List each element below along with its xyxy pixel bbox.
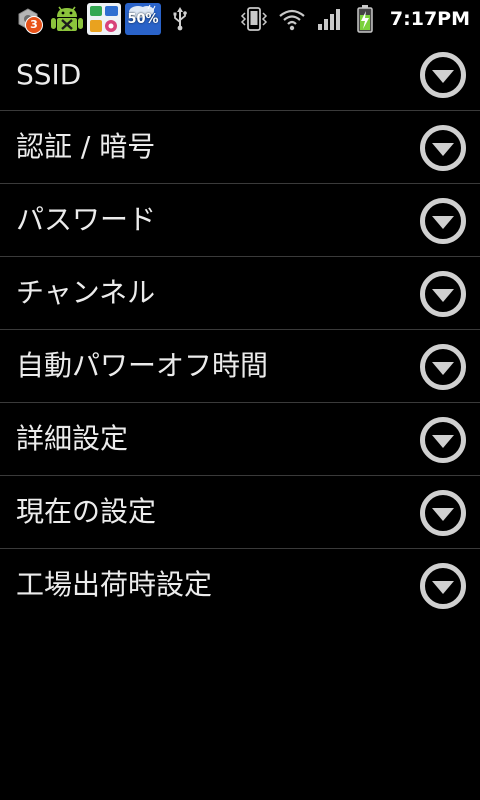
list-item-label: 詳細設定	[16, 422, 129, 455]
list-item-auth-encryption[interactable]: 認証 / 暗号	[0, 111, 480, 184]
list-item-label: 認証 / 暗号	[16, 130, 156, 163]
list-item-label: SSID	[16, 58, 82, 91]
chevron-down-circle-icon[interactable]	[419, 562, 467, 610]
list-item-label: 自動パワーオフ時間	[16, 349, 269, 382]
settings-list: SSID 認証 / 暗号 パスワード チャンネル 自動パワーオフ時間 詳細設定	[0, 38, 480, 622]
chevron-down-circle-icon[interactable]	[419, 343, 467, 391]
list-item-password[interactable]: パスワード	[0, 184, 480, 257]
list-item-label: 現在の設定	[16, 495, 157, 528]
chevron-down-circle-icon[interactable]	[419, 416, 467, 464]
list-item-factory-reset[interactable]: 工場出荷時設定	[0, 549, 480, 622]
list-item-advanced-settings[interactable]: 詳細設定	[0, 403, 480, 476]
wifi-icon	[278, 7, 306, 35]
weather-percent: 50%	[127, 12, 159, 27]
list-item-label: 工場出荷時設定	[16, 568, 213, 601]
chevron-down-circle-icon[interactable]	[419, 197, 467, 245]
status-bar: 3 50% 7:17PM	[0, 0, 480, 38]
chevron-down-circle-icon[interactable]	[419, 51, 467, 99]
chevron-down-circle-icon[interactable]	[419, 489, 467, 537]
android-app-icon	[49, 5, 85, 39]
notification-count-badge: 3	[25, 16, 43, 34]
signal-icon	[317, 7, 343, 35]
list-item-channel[interactable]: チャンネル	[0, 257, 480, 330]
battery-charging-icon	[357, 5, 373, 37]
list-item-current-settings[interactable]: 現在の設定	[0, 476, 480, 549]
list-item-ssid[interactable]: SSID	[0, 38, 480, 111]
list-item-auto-power-off[interactable]: 自動パワーオフ時間	[0, 330, 480, 403]
photo-app-icon	[87, 3, 121, 39]
status-clock: 7:17PM	[389, 8, 470, 30]
chevron-down-circle-icon[interactable]	[419, 270, 467, 318]
list-item-label: チャンネル	[16, 276, 156, 309]
list-item-label: パスワード	[16, 203, 157, 236]
usb-icon	[172, 7, 188, 35]
chevron-down-circle-icon[interactable]	[419, 124, 467, 172]
vibrate-icon	[239, 7, 269, 35]
